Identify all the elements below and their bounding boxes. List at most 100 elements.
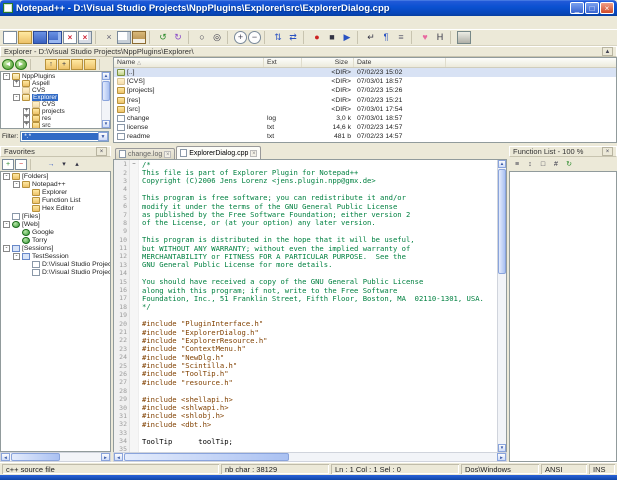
- [CVS][interactable]: [CVS] <DIR> 07/03/01 18:57: [114, 77, 616, 86]
- function-list-item[interactable]: [510, 276, 616, 285]
- fold-marker-icon[interactable]: [130, 210, 139, 218]
- tab-close-icon[interactable]: ×: [164, 151, 171, 158]
- [..][interactable]: [..] <DIR> 07/02/23 15:02: [114, 68, 616, 77]
- toolbar-separator[interactable]: [188, 31, 192, 44]
- function-list-item[interactable]: [510, 233, 616, 242]
- document-tab[interactable]: ExplorerDialog.cpp ×: [176, 146, 261, 159]
- scroll-right-icon[interactable]: ►: [497, 453, 506, 461]
- tree-expander-icon[interactable]: -: [13, 181, 20, 188]
- fold-marker-icon[interactable]: [130, 412, 139, 420]
- favorites-item[interactable]: Explorer: [1, 188, 110, 196]
- close-all-icon[interactable]: ×: [78, 31, 92, 44]
- forward-icon[interactable]: ►: [15, 59, 27, 70]
- fold-marker-icon[interactable]: [130, 277, 139, 285]
- tree-expander-icon[interactable]: -: [13, 94, 20, 101]
- minimize-button[interactable]: _: [570, 2, 584, 14]
- column-header[interactable]: Name △: [114, 58, 264, 67]
- scroll-left-icon[interactable]: ◄: [114, 453, 123, 461]
- toolbar-separator[interactable]: [450, 31, 454, 44]
- redo-icon[interactable]: ↻: [171, 31, 185, 44]
- function-list-item[interactable]: [510, 242, 616, 251]
- code-line[interactable]: 17 Foundation, Inc., 51 Franklin Street,…: [114, 294, 497, 302]
- tree-expander-icon[interactable]: +: [13, 80, 20, 87]
- fold-marker-icon[interactable]: [130, 336, 139, 344]
- [src][interactable]: [src] <DIR> 07/03/01 17:54: [114, 105, 616, 114]
- favorites-item[interactable]: Hex Editor: [1, 204, 110, 212]
- tree-vertical-scrollbar[interactable]: ▲ ▼: [101, 72, 110, 128]
- zoom-out-icon[interactable]: −: [248, 31, 261, 44]
- scroll-up-icon[interactable]: ▲: [102, 72, 110, 80]
- function-list-item[interactable]: [510, 173, 616, 182]
- undo-icon[interactable]: ↺: [156, 31, 170, 44]
- collapse-dock-icon[interactable]: ▲: [602, 47, 613, 56]
- sync-vertical-icon[interactable]: ⇅: [271, 31, 285, 44]
- editor-vertical-scrollbar[interactable]: ▲ ▼: [497, 160, 506, 452]
- print-icon[interactable]: [457, 31, 471, 44]
- up-folder-icon[interactable]: ↑: [45, 59, 57, 70]
- macro-play-icon[interactable]: ▶: [340, 31, 354, 44]
- order-icon[interactable]: ↕: [524, 159, 536, 170]
- folder-tree-item[interactable]: CVS: [1, 101, 101, 108]
- fold-marker-icon[interactable]: [130, 168, 139, 176]
- fold-marker-icon[interactable]: [130, 361, 139, 369]
- back-icon[interactable]: ◄: [2, 59, 14, 70]
- open-file-icon[interactable]: [18, 31, 32, 44]
- fold-marker-icon[interactable]: [130, 202, 139, 210]
- box-view-icon[interactable]: □: [537, 159, 549, 170]
- fold-marker-icon[interactable]: [130, 185, 139, 193]
- function-list-item[interactable]: [510, 268, 616, 277]
- fold-marker-icon[interactable]: [130, 437, 139, 445]
- [res][interactable]: [res] <DIR> 07/02/23 15:21: [114, 96, 616, 105]
- fold-marker-icon[interactable]: [130, 294, 139, 302]
- replace-icon[interactable]: ◎: [210, 31, 224, 44]
- fold-marker-icon[interactable]: −: [130, 160, 139, 168]
- function-list-item[interactable]: [510, 199, 616, 208]
- cut-icon[interactable]: ×: [102, 31, 116, 44]
- favorites-item[interactable]: Google: [1, 228, 110, 236]
- reload-icon[interactable]: ↻: [563, 159, 575, 170]
- toolbar-separator[interactable]: [411, 31, 415, 44]
- function-list-item[interactable]: [510, 319, 616, 328]
- scrollbar-thumb[interactable]: [102, 81, 110, 101]
- expand-all-icon[interactable]: ▾: [58, 159, 70, 170]
- fold-marker-icon[interactable]: [130, 370, 139, 378]
- favorites-close-icon[interactable]: ×: [96, 147, 107, 156]
- tree-expander-icon[interactable]: +: [23, 122, 30, 128]
- [projects][interactable]: [projects] <DIR> 07/02/23 15:26: [114, 86, 616, 95]
- explorer-plugin-icon[interactable]: ♥: [418, 31, 432, 44]
- toolbar-separator[interactable]: [264, 31, 268, 44]
- scroll-right-icon[interactable]: ►: [101, 453, 110, 461]
- fold-marker-icon[interactable]: [130, 194, 139, 202]
- function-list-item[interactable]: [510, 311, 616, 320]
- tree-expander-icon[interactable]: +: [23, 108, 30, 115]
- code-line[interactable]: 18 */: [114, 303, 497, 311]
- function-list-item[interactable]: [510, 225, 616, 234]
- toolbar-separator[interactable]: [99, 59, 111, 70]
- column-header[interactable]: Ext: [264, 58, 302, 67]
- function-list-item[interactable]: [510, 259, 616, 268]
- macro-stop-icon[interactable]: ■: [325, 31, 339, 44]
- fold-marker-icon[interactable]: [130, 429, 139, 437]
- toolbar-separator[interactable]: [95, 31, 99, 44]
- favorites-item[interactable]: - [Folders]: [1, 172, 110, 180]
- find-icon[interactable]: ○: [195, 31, 209, 44]
- tree-expander-icon[interactable]: -: [13, 253, 20, 260]
- find-in-folder-icon[interactable]: [71, 59, 83, 70]
- column-header[interactable]: [446, 58, 616, 67]
- maximize-button[interactable]: □: [585, 2, 599, 14]
- tab-close-icon[interactable]: ×: [250, 150, 257, 157]
- fold-marker-icon[interactable]: [130, 252, 139, 260]
- fold-marker-icon[interactable]: [130, 345, 139, 353]
- new-file-icon[interactable]: [3, 31, 17, 44]
- favorites-item[interactable]: [Files]: [1, 212, 110, 220]
- fold-marker-icon[interactable]: [130, 403, 139, 411]
- folder-tree-item[interactable]: - Explorer: [1, 94, 101, 101]
- show-all-chars-icon[interactable]: ¶: [379, 31, 393, 44]
- favorites-item[interactable]: Function List: [1, 196, 110, 204]
- change[interactable]: change log 3,0 k 07/03/01 18:57: [114, 114, 616, 123]
- toolbar-separator[interactable]: [357, 31, 361, 44]
- column-header[interactable]: Date: [354, 58, 446, 67]
- tree-expander-icon[interactable]: -: [3, 173, 10, 180]
- fold-marker-icon[interactable]: [130, 303, 139, 311]
- zoom-in-icon[interactable]: +: [234, 31, 247, 44]
